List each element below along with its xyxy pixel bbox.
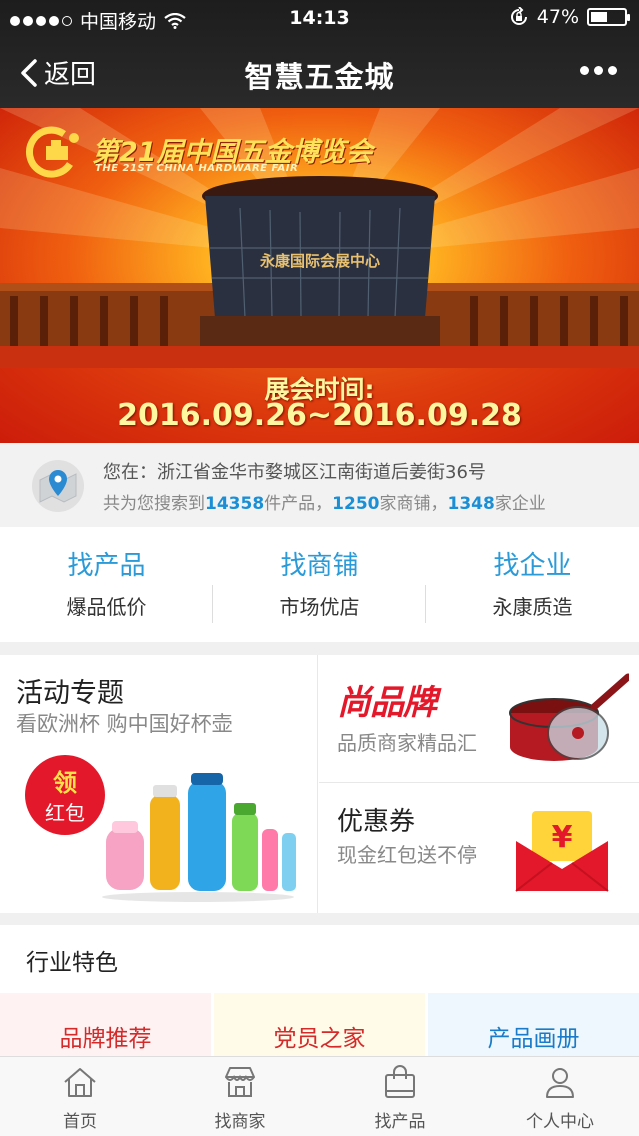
find-company-sub: 永康质造 <box>492 595 573 619</box>
app-page: 中国移动 14:13 47% 返回 智慧五金城 第21届中国五金博览会 THE … <box>0 0 639 1136</box>
bag-icon <box>385 1065 415 1098</box>
promo-section: 活动专题 看欧洲杯 购中国好杯壶 领 红包 尚品牌 品质商家精品汇 优惠券 现金… <box>0 655 639 913</box>
tab-find-merchant[interactable]: 找商家 <box>160 1057 320 1136</box>
company-count: 1348 <box>447 494 495 514</box>
coupon-sub: 现金红包送不停 <box>337 843 477 867</box>
saucepan-image <box>509 673 629 761</box>
fair-banner[interactable]: 第21届中国五金博览会 THE 21ST CHINA HARDWARE FAIR… <box>0 108 639 443</box>
find-shop-button[interactable]: 找商铺 市场优店 <box>213 527 426 642</box>
tab-label: 找产品 <box>374 1112 426 1132</box>
home-icon <box>64 1068 96 1097</box>
find-shop-title: 找商铺 <box>280 551 359 581</box>
rotation-lock-icon <box>510 7 527 25</box>
tab-home[interactable]: 首页 <box>0 1057 160 1136</box>
svg-text:¥: ¥ <box>552 820 573 855</box>
expo-building-image: 永康国际会展中心 <box>0 176 639 368</box>
catalog-tile[interactable]: 产品画册 <box>428 993 639 1056</box>
find-nav: 找产品 爆品低价 找商铺 市场优店 找企业 永康质造 <box>0 527 639 642</box>
nav-bar: 返回 智慧五金城 <box>0 36 639 108</box>
activity-card[interactable]: 活动专题 看欧洲杯 购中国好杯壶 领 红包 <box>0 655 318 913</box>
current-address: 您在：浙江省金华市婺城区江南街道后姜街36号 <box>103 462 486 483</box>
redpack-badge[interactable]: 领 红包 <box>25 755 105 835</box>
red-envelope-icon: ¥ <box>515 811 609 892</box>
shop-count: 1250 <box>332 494 380 514</box>
tile-label: 党员之家 <box>273 1026 366 1052</box>
find-shop-sub: 市场优店 <box>279 595 360 619</box>
svg-text:永康国际会展中心: 永康国际会展中心 <box>259 252 380 270</box>
product-count: 14358 <box>205 494 265 514</box>
tile-label: 品牌推荐 <box>59 1026 152 1052</box>
tab-label: 个人中心 <box>526 1112 594 1132</box>
location-pin-icon <box>32 460 84 512</box>
find-product-sub: 爆品低价 <box>66 595 147 619</box>
status-bar: 中国移动 14:13 47% <box>0 0 639 36</box>
bottles-image <box>102 773 296 902</box>
person-icon <box>546 1068 574 1098</box>
tab-label: 首页 <box>63 1112 97 1132</box>
redpack-label: 红包 <box>45 801 85 825</box>
find-product-button[interactable]: 找产品 爆品低价 <box>0 527 213 642</box>
brand-sub: 品质商家精品汇 <box>337 731 477 755</box>
find-product-title: 找产品 <box>67 551 146 581</box>
industry-title: 行业特色 <box>26 950 118 976</box>
tile-label: 产品画册 <box>487 1026 580 1052</box>
search-stats: 共为您搜索到14358件产品，1250家商铺，1348家企业 <box>103 494 546 514</box>
industry-section: 行业特色 品牌推荐 党员之家 产品画册 <box>0 925 639 1056</box>
tab-find-product[interactable]: 找产品 <box>320 1057 480 1136</box>
battery-icon <box>587 8 630 26</box>
top-bar: 中国移动 14:13 47% 返回 智慧五金城 <box>0 0 639 108</box>
find-company-title: 找企业 <box>493 551 572 581</box>
brand-card[interactable]: 尚品牌 品质商家精品汇 <box>319 655 639 783</box>
store-icon <box>225 1067 255 1097</box>
find-company-button[interactable]: 找企业 永康质造 <box>426 527 639 642</box>
status-right: 47% <box>509 6 630 28</box>
location-bar[interactable]: 您在：浙江省金华市婺城区江南街道后姜街36号 共为您搜索到14358件产品，12… <box>0 443 639 527</box>
coupon-card[interactable]: 优惠券 现金红包送不停 ¥ <box>319 783 639 913</box>
page-title: 智慧五金城 <box>244 60 395 94</box>
activity-title: 活动专题 <box>16 678 124 709</box>
brand-recommend-tile[interactable]: 品牌推荐 <box>0 993 211 1056</box>
activity-sub: 看欧洲杯 购中国好杯壶 <box>16 712 233 736</box>
brand-logo: 尚品牌 <box>337 683 437 723</box>
tab-label: 找商家 <box>214 1112 266 1132</box>
industry-tiles: 品牌推荐 党员之家 产品画册 <box>0 993 639 1056</box>
tab-bar: 首页 找商家 找产品 个人中心 <box>0 1056 639 1136</box>
coupon-title: 优惠券 <box>337 807 416 837</box>
tab-profile[interactable]: 个人中心 <box>480 1057 639 1136</box>
party-home-tile[interactable]: 党员之家 <box>214 993 425 1056</box>
battery-percent: 47% <box>536 6 579 28</box>
redpack-claim: 领 <box>53 769 77 797</box>
expo-date: 2016.09.26~2016.09.28 <box>117 398 522 433</box>
more-menu-icon[interactable] <box>580 66 617 75</box>
